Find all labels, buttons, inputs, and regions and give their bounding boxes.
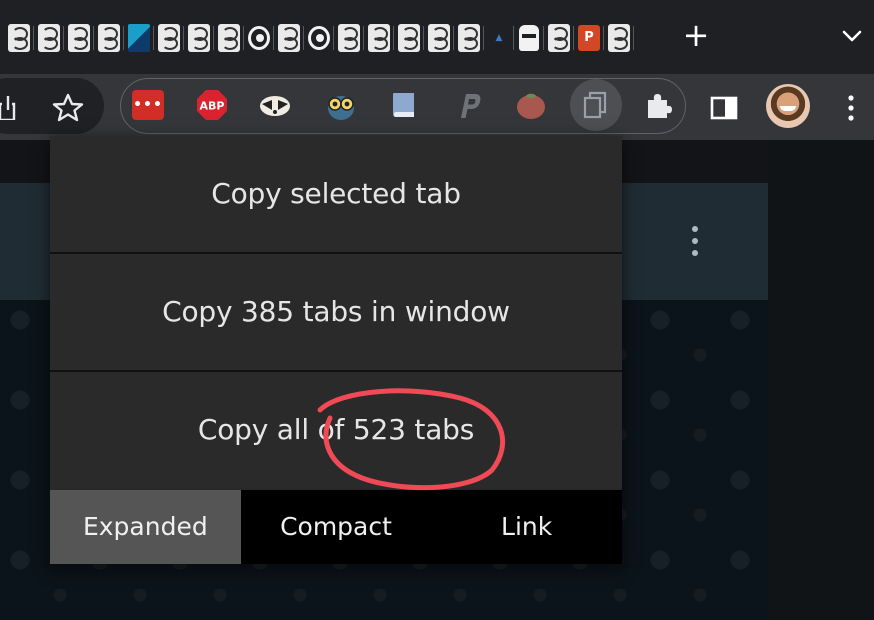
copy-window-tabs-button[interactable]: Copy 385 tabs in window: [50, 254, 622, 370]
c-logo-icon: [188, 24, 210, 52]
new-tab-button[interactable]: +: [680, 19, 712, 52]
c-logo-icon: [548, 24, 570, 52]
a-logo-icon: ▲: [495, 33, 503, 43]
c-logo-icon: [278, 24, 300, 52]
tab[interactable]: [184, 18, 214, 58]
c-logo-icon: [158, 24, 180, 52]
c-logo-icon: [398, 24, 420, 52]
page-right-panel: [768, 140, 874, 620]
browser-toolbar: ••• ABP: [0, 74, 874, 140]
book-icon[interactable]: [388, 88, 422, 122]
tab[interactable]: [274, 18, 304, 58]
tab-strip: ▲ P +: [0, 0, 874, 74]
tab[interactable]: P: [574, 18, 604, 58]
badger-icon[interactable]: [258, 88, 292, 122]
tab[interactable]: [244, 18, 274, 58]
tab[interactable]: [394, 18, 424, 58]
more-vertical-icon[interactable]: [844, 94, 858, 122]
google-logo-icon: [308, 26, 330, 50]
tab[interactable]: [424, 18, 454, 58]
tab[interactable]: [454, 18, 484, 58]
tab[interactable]: [154, 18, 184, 58]
tab[interactable]: [94, 18, 124, 58]
c-logo-icon: [428, 24, 450, 52]
chat-menu-icon[interactable]: [688, 224, 702, 258]
c-logo-icon: [98, 24, 120, 52]
c-logo-icon: [608, 24, 630, 52]
c-logo-icon: [38, 24, 60, 52]
side-panel-icon[interactable]: [710, 96, 738, 120]
chevron-down-icon[interactable]: [838, 22, 866, 50]
tab[interactable]: [334, 18, 364, 58]
c-logo-icon: [458, 24, 480, 52]
tab[interactable]: [214, 18, 244, 58]
tab[interactable]: [64, 18, 94, 58]
k-logo-icon: [128, 24, 150, 52]
powerpoint-icon: P: [578, 25, 600, 51]
tab[interactable]: [544, 18, 574, 58]
copy-tabs-popup: Copy selected tab Copy 385 tabs in windo…: [50, 136, 622, 564]
tab[interactable]: [124, 18, 154, 58]
copy-all-tabs-button[interactable]: Copy all of 523 tabs: [50, 372, 622, 488]
p-logo-icon[interactable]: [452, 88, 486, 122]
copy-tabs-extension-button[interactable]: [570, 79, 622, 131]
bookmark-star-icon[interactable]: [52, 92, 84, 122]
mode-compact-tab[interactable]: Compact: [241, 490, 432, 564]
puzzle-icon[interactable]: [642, 88, 676, 122]
tab[interactable]: [604, 18, 634, 58]
google-logo-icon: [248, 26, 270, 50]
profile-avatar[interactable]: [766, 84, 810, 128]
tab-list: ▲ P: [4, 18, 634, 58]
owl-icon[interactable]: [324, 88, 358, 122]
tomato-icon[interactable]: [514, 88, 548, 122]
lastpass-icon[interactable]: •••: [132, 90, 164, 120]
helmet-icon: [519, 25, 539, 51]
c-logo-icon: [218, 24, 240, 52]
c-logo-icon: [368, 24, 390, 52]
tab[interactable]: [364, 18, 394, 58]
tab[interactable]: ▲: [484, 18, 514, 58]
c-logo-icon: [68, 24, 90, 52]
c-logo-icon: [8, 24, 30, 52]
copy-tabs-icon: [583, 91, 607, 119]
tab[interactable]: [4, 18, 34, 58]
mode-link-tab[interactable]: Link: [431, 490, 622, 564]
adblock-plus-icon[interactable]: ABP: [196, 89, 228, 121]
mode-expanded-tab[interactable]: Expanded: [50, 490, 241, 564]
abp-label: ABP: [200, 100, 225, 113]
copy-selected-tab-button[interactable]: Copy selected tab: [50, 136, 622, 252]
tab[interactable]: [34, 18, 64, 58]
format-mode-tabs: Expanded Compact Link: [50, 490, 622, 564]
share-icon[interactable]: [0, 94, 18, 120]
tab[interactable]: [304, 18, 334, 58]
tab[interactable]: [514, 18, 544, 58]
c-logo-icon: [338, 24, 360, 52]
